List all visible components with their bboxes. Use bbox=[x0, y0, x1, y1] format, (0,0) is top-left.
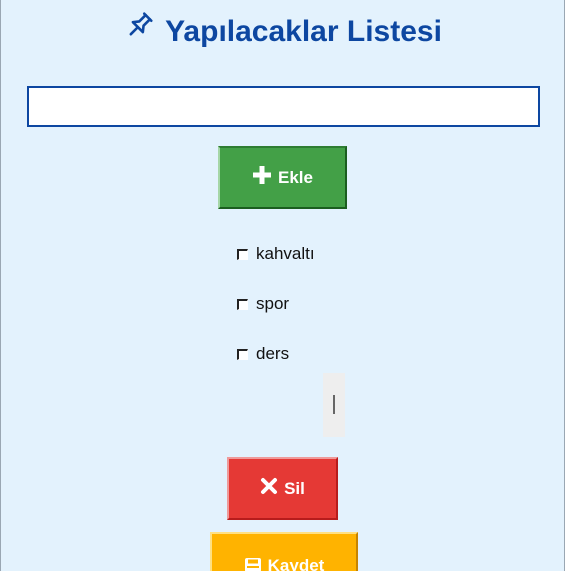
add-button-label: Ekle bbox=[278, 167, 313, 187]
task-checkbox[interactable] bbox=[237, 298, 248, 310]
x-icon bbox=[260, 477, 278, 500]
scrollbar-thumb[interactable] bbox=[333, 395, 335, 414]
app-window: Yapılacaklar Listesi Ekle kahvaltı spor … bbox=[0, 0, 565, 571]
task-checkbox[interactable] bbox=[237, 248, 248, 260]
delete-button[interactable]: Sil bbox=[227, 457, 338, 520]
task-checkbox[interactable] bbox=[237, 348, 248, 360]
title-text: Yapılacaklar Listesi bbox=[165, 15, 442, 48]
save-button-label: Kaydet bbox=[267, 556, 325, 571]
task-list: kahvaltı spor ders bbox=[237, 236, 437, 386]
task-label: spor bbox=[256, 294, 290, 313]
task-input[interactable] bbox=[27, 86, 540, 127]
save-icon bbox=[244, 556, 262, 571]
delete-button-label: Sil bbox=[284, 478, 305, 498]
plus-icon bbox=[252, 165, 272, 190]
save-button[interactable]: Kaydet bbox=[210, 532, 358, 571]
list-item[interactable]: spor bbox=[237, 286, 437, 336]
task-label: kahvaltı bbox=[256, 244, 315, 263]
pushpin-icon bbox=[125, 10, 155, 51]
list-item[interactable]: kahvaltı bbox=[237, 236, 437, 286]
task-list-scrollbar[interactable] bbox=[323, 373, 345, 437]
task-label: ders bbox=[256, 344, 290, 363]
add-button[interactable]: Ekle bbox=[218, 146, 347, 209]
page-title: Yapılacaklar Listesi bbox=[1, 10, 564, 54]
